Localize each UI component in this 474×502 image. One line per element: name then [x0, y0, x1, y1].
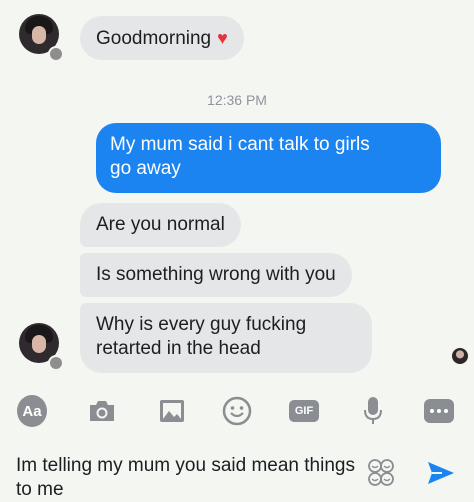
- more-icon: [424, 399, 454, 423]
- send-button[interactable]: [426, 460, 456, 486]
- camera-button[interactable]: [87, 396, 117, 426]
- sticker-icon: [368, 459, 394, 486]
- message-line: retarted in the head: [96, 338, 261, 359]
- camera-icon: [90, 401, 114, 421]
- emoji-button[interactable]: [222, 396, 252, 426]
- message-timestamp: 12:36 PM: [207, 92, 267, 108]
- message-text: Goodmorning: [96, 28, 212, 49]
- text-format-icon: Aa: [17, 395, 47, 427]
- seen-receipt-avatar: [452, 348, 468, 364]
- messenger-badge-icon: [48, 355, 64, 371]
- message-line: go away: [110, 158, 181, 179]
- messenger-badge-icon: [48, 46, 64, 62]
- message-bubble-are-you-normal[interactable]: Are you normal: [80, 203, 241, 247]
- gif-icon: GIF: [289, 400, 319, 422]
- message-text: Is something wrong with you: [96, 264, 336, 285]
- gif-button[interactable]: GIF: [289, 396, 319, 426]
- message-line: My mum said i cant talk to girls: [110, 134, 370, 155]
- heart-emoji-icon: ♥: [217, 28, 228, 48]
- image-icon: [160, 400, 184, 422]
- message-bubble-why-every-guy[interactable]: Why is every guy fucking retarted in the…: [80, 303, 372, 373]
- message-line: Why is every guy fucking: [96, 314, 307, 335]
- image-button[interactable]: [157, 396, 187, 426]
- microphone-button[interactable]: [358, 396, 388, 426]
- message-input[interactable]: Im telling my mum you said mean things t…: [16, 454, 356, 502]
- text-format-button[interactable]: Aa: [17, 395, 47, 427]
- send-icon: [428, 462, 454, 484]
- message-bubble-goodmorning[interactable]: Goodmorning ♥: [80, 16, 244, 60]
- microphone-icon: [364, 397, 382, 424]
- emoji-icon: [222, 396, 252, 426]
- more-options-button[interactable]: [424, 396, 454, 426]
- message-bubble-sent[interactable]: My mum said i cant talk to girls go away: [96, 123, 441, 193]
- message-text: Are you normal: [96, 214, 225, 235]
- sticker-button[interactable]: [367, 458, 395, 488]
- message-bubble-something-wrong[interactable]: Is something wrong with you: [80, 253, 352, 297]
